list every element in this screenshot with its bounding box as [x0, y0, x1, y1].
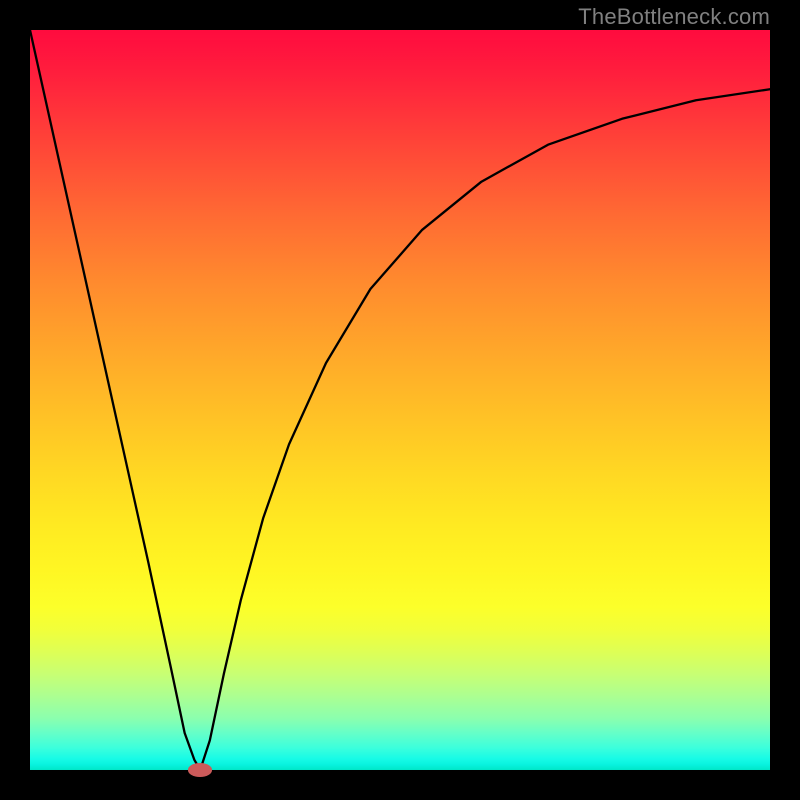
vertex-marker [188, 763, 212, 776]
curve-svg [30, 30, 770, 770]
plot-area [30, 30, 770, 770]
chart-frame: TheBottleneck.com [0, 0, 800, 800]
curve-left-branch [30, 30, 200, 770]
watermark-text: TheBottleneck.com [578, 4, 770, 30]
curve-right-branch [200, 89, 770, 770]
